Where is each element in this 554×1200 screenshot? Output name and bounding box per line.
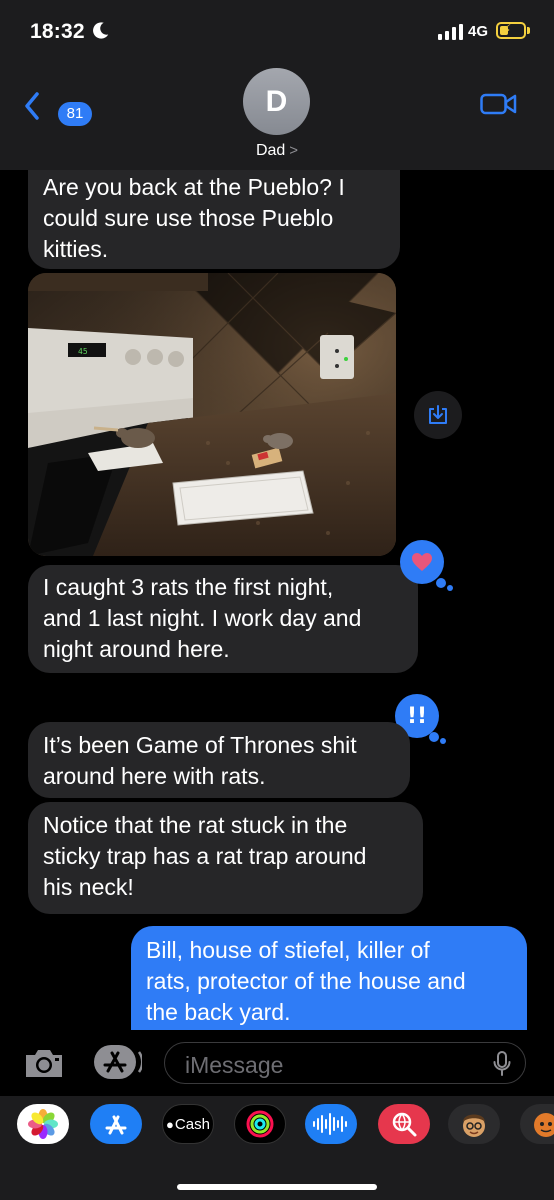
memoji-face-icon <box>463 1114 485 1137</box>
message-text: I caught 3 rats the first night, and 1 l… <box>43 574 362 662</box>
status-bar: 18:32 4G ⚡ <box>0 0 554 64</box>
message-bubble-incoming[interactable]: It’s been Game of Thrones shit around he… <box>28 722 410 798</box>
apple-logo-icon: ● <box>166 1116 174 1132</box>
tapback-heart[interactable] <box>400 540 444 584</box>
contact-avatar[interactable]: D <box>243 68 310 135</box>
camera-icon[interactable] <box>24 1047 64 1079</box>
conversation-header: 81 D Dad > <box>0 64 554 170</box>
contact-name-button[interactable]: Dad > <box>0 142 554 160</box>
message-bubble-incoming[interactable]: Are you back at the Pueblo? I could sure… <box>28 170 400 269</box>
status-time: 18:32 <box>30 20 85 43</box>
svg-text:45: 45 <box>78 347 88 356</box>
app-store-icon <box>94 1045 144 1079</box>
message-text: It’s been Game of Thrones shit around he… <box>43 732 357 789</box>
photos-app-icon[interactable] <box>17 1104 69 1144</box>
animoji-face-icon <box>534 1113 554 1137</box>
waveform-icon <box>313 1113 347 1135</box>
back-button[interactable]: 81 <box>18 86 98 126</box>
kitchen-rat-photo: 45 <box>28 273 396 556</box>
cellular-signal-icon <box>438 24 463 40</box>
facetime-video-icon[interactable] <box>480 92 518 116</box>
chevron-right-icon: > <box>289 142 299 159</box>
app-store-apps-button[interactable] <box>94 1044 144 1080</box>
message-bubble-incoming[interactable]: Notice that the rat stuck in the sticky … <box>28 802 423 914</box>
message-bubble-incoming[interactable]: I caught 3 rats the first night, and 1 l… <box>28 565 418 673</box>
apple-cash-app-icon[interactable]: ● Cash <box>162 1104 214 1144</box>
compose-bar: iMessage <box>0 1030 554 1096</box>
memoji-app-icon[interactable] <box>448 1104 500 1144</box>
globe-search-icon <box>392 1112 417 1137</box>
animoji-app-icon[interactable] <box>520 1104 554 1144</box>
network-type: 4G <box>468 23 489 40</box>
contact-name: Dad <box>255 142 286 159</box>
battery-tip <box>527 27 530 34</box>
imessage-app-drawer: ● Cash <box>0 1096 554 1200</box>
message-bubble-outgoing[interactable]: Bill, house of stiefel, killer of rats, … <box>131 926 527 1030</box>
apple-cash-label: Cash <box>174 1115 210 1133</box>
message-text: Notice that the rat stuck in the sticky … <box>43 812 367 900</box>
photos-flower-icon <box>28 1109 58 1139</box>
tapback-tail-dot <box>440 738 446 744</box>
double-exclamation-icon: !! <box>406 703 428 729</box>
unread-count-badge: 81 <box>58 102 92 126</box>
tapback-tail-dot <box>429 732 439 742</box>
photo-attachment[interactable]: 45 <box>28 273 396 556</box>
chevron-left-icon <box>25 92 39 120</box>
image-search-app-icon[interactable] <box>378 1104 430 1144</box>
do-not-disturb-moon-icon <box>93 22 109 39</box>
activity-app-icon[interactable] <box>234 1104 286 1144</box>
audio-message-app-icon[interactable] <box>305 1104 357 1144</box>
tapback-tail-dot <box>436 578 446 588</box>
activity-rings-icon <box>246 1110 274 1138</box>
home-indicator[interactable] <box>177 1184 377 1190</box>
message-thread[interactable]: Are you back at the Pueblo? I could sure… <box>0 170 554 1030</box>
charging-bolt-icon: ⚡ <box>501 22 512 39</box>
tapback-tail-dot <box>447 585 453 591</box>
app-store-app-icon[interactable] <box>90 1104 142 1144</box>
message-input[interactable]: iMessage <box>164 1042 526 1084</box>
message-input-placeholder: iMessage <box>185 1052 284 1078</box>
download-tray-icon <box>429 405 447 424</box>
microphone-icon[interactable] <box>493 1051 511 1077</box>
heart-icon <box>412 553 432 571</box>
message-text: Are you back at the Pueblo? I could sure… <box>43 174 345 262</box>
save-photo-button[interactable] <box>414 391 462 439</box>
app-store-a-icon <box>105 1115 127 1135</box>
message-text: Bill, house of stiefel, killer of rats, … <box>146 937 466 1025</box>
